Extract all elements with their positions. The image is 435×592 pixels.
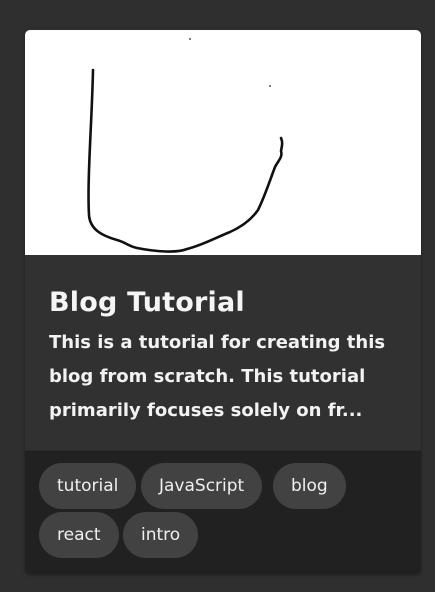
blog-post-card[interactable]: Blog Tutorial This is a tutorial for cre…: [25, 30, 421, 574]
post-excerpt: This is a tutorial for creating this blo…: [49, 332, 386, 421]
tag-chip-intro[interactable]: intro: [123, 512, 199, 558]
tag-chip-tutorial[interactable]: tutorial: [39, 463, 137, 509]
post-content: Blog Tutorial This is a tutorial for cre…: [25, 255, 421, 450]
post-title[interactable]: Blog Tutorial: [49, 285, 245, 321]
post-thumbnail-image: [25, 30, 421, 255]
tag-chip-javascript[interactable]: JavaScript: [141, 463, 263, 509]
tag-list: tutorial JavaScript blog react intro: [25, 450, 421, 574]
tag-chip-react[interactable]: react: [39, 512, 119, 558]
tag-chip-blog[interactable]: blog: [273, 463, 346, 509]
